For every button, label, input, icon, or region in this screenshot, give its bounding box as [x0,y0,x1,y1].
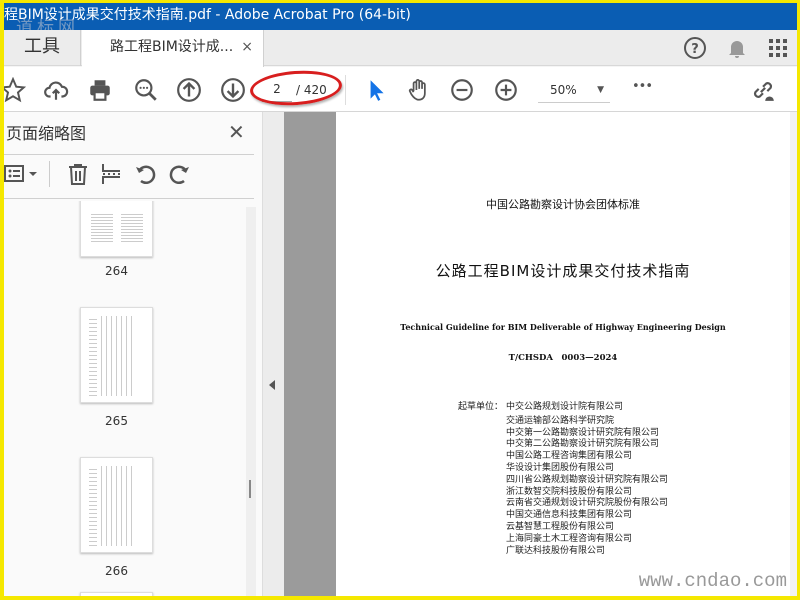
cloud-upload-icon[interactable] [43,77,69,103]
bell-icon[interactable] [725,36,749,60]
divider [49,161,50,187]
drafting-unit: 中交公路规划设计院有限公司 [506,402,624,412]
issuing-organization: 中国公路勘察设计协会团体标准 [486,198,640,211]
chevron-down-icon: ▼ [597,85,604,95]
select-cursor-icon[interactable] [363,77,389,103]
thumbnail-label: 264 [105,264,128,278]
drafting-unit: 云基智慧工程股份有限公司 [506,521,615,532]
tab-tools[interactable]: 工具 [4,30,81,66]
zoom-level-dropdown[interactable]: 50% ▼ [538,77,610,103]
svg-text:?: ? [691,42,699,57]
thumbnail-label: 266 [105,564,128,578]
insert-page-icon[interactable] [100,162,124,186]
apps-grid-icon[interactable] [766,36,790,60]
panel-resize-handle[interactable] [249,480,251,498]
tab-document[interactable]: 路工程BIM设计成... × [82,30,264,67]
collapse-panel-handle[interactable] [262,112,284,596]
toolbar-divider [345,75,346,105]
zoom-search-icon[interactable] [133,77,159,103]
red-annotation-ellipse [248,67,344,109]
watermark-site: www.cndao.com [638,570,787,592]
standard-code: T/CHSDA 0003—2024 [508,353,618,363]
panel-title: 页面缩略图 [6,124,87,143]
zoom-in-icon[interactable] [493,77,519,103]
drafting-unit: 广联达科技股份有限公司 [506,545,606,556]
drafting-unit-list: 中交公路规划设计院有限公司 交通运输部公路科学研究院 中交第一公路勘察设计研究院有限… [506,402,668,557]
drafting-unit: 四川省公路规划勘察设计研究院有限公司 [506,474,669,485]
thumbnail-list[interactable]: 264 265 266 [4,201,244,596]
divider [4,154,254,155]
thumbnail-options-icon[interactable] [4,162,40,186]
drafting-unit: 中交第一公路勘察设计研究院有限公司 [506,427,660,438]
drafting-unit: 中交第二公路勘察设计研究院有限公司 [506,439,660,450]
tab-bar: 工具 路工程BIM设计成... × ? [4,30,797,67]
thumbnail-label: 265 [105,414,128,428]
hand-icon[interactable] [406,77,432,103]
document-view[interactable]: 中国公路勘察设计协会团体标准 公路工程BIM设计成果交付技术指南 Technic… [284,112,797,596]
drafting-unit: 交通运输部公路科学研究院 [506,415,615,426]
rotate-counterclockwise-icon[interactable] [134,162,158,186]
drafting-unit: 浙江数智交院科技股份有限公司 [506,486,633,497]
help-icon[interactable]: ? [683,36,707,60]
drafting-label: 起草单位： [458,402,504,412]
divider [4,198,254,199]
title-bar: 程BIM设计成果交付技术指南.pdf - Adobe Acrobat Pro (… [4,3,797,30]
delete-icon[interactable] [66,162,90,186]
more-icon[interactable]: ••• [632,79,653,94]
zoom-level-value: 50% [550,83,577,97]
share-link-icon[interactable] [750,77,776,103]
toolbar: 2/ 420 50% ▼ ••• [4,67,797,112]
thumbnail-page[interactable] [80,201,153,257]
drafting-unit: 上海同豪土木工程咨询有限公司 [506,533,633,544]
print-icon[interactable] [87,77,113,103]
thumbnail-page[interactable] [80,592,153,596]
pdf-page: 中国公路勘察设计协会团体标准 公路工程BIM设计成果交付技术指南 Technic… [336,112,790,596]
document-title: 公路工程BIM设计成果交付技术指南 [435,262,691,280]
document-title-en: Technical Guideline for BIM Deliverable … [400,322,726,332]
thumbnail-page[interactable] [80,307,153,403]
close-panel-icon[interactable]: ✕ [228,120,245,144]
thumbnail-scrollbar[interactable] [246,207,256,596]
thumbnails-panel: 页面缩略图 ✕ 264 265 266 [4,112,262,596]
thumbnail-page[interactable] [80,457,153,553]
vertical-scrollbar[interactable] [790,112,797,596]
page-down-icon[interactable] [220,77,246,103]
collapse-arrow-icon[interactable] [269,380,275,390]
drafting-unit: 中国交通信息科技集团有限公司 [506,510,633,521]
page-up-icon[interactable] [176,77,202,103]
zoom-out-icon[interactable] [449,77,475,103]
drafting-unit: 中国公路工程咨询集团有限公司 [506,451,633,462]
star-icon[interactable] [4,76,27,103]
acrobat-window: 程BIM设计成果交付技术指南.pdf - Adobe Acrobat Pro (… [4,3,797,596]
rotate-clockwise-icon[interactable] [167,162,191,186]
tab-document-label: 路工程BIM设计成... [110,39,234,55]
tab-close-icon[interactable]: × [241,30,253,64]
drafting-unit: 华设设计集团股份有限公司 [506,462,615,473]
drafting-unit: 云南省交通规划设计研究院股份有限公司 [506,498,669,509]
